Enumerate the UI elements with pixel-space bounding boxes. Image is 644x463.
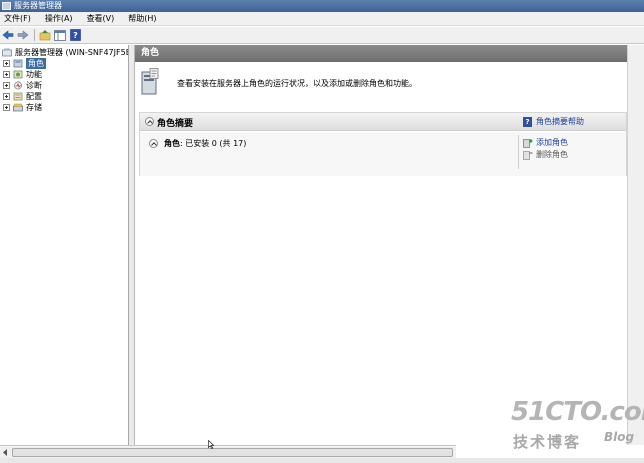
tree-item-label: 存储 (26, 103, 42, 112)
page-title: 角色 (135, 45, 627, 62)
tree-item-configuration[interactable]: 配置 (3, 91, 42, 102)
toolbar-separator (34, 29, 35, 41)
tree-item-storage[interactable]: 存储 (3, 102, 42, 113)
window-title: 服务器管理器 (14, 1, 62, 10)
help-icon[interactable]: ? (69, 29, 81, 41)
collapse-icon[interactable] (149, 139, 158, 148)
roles-summary-panel: 角色摘要 ? 角色摘要帮助 角色: 已安装 0 (共 17) 添加角色 删除角色 (139, 112, 627, 176)
storage-icon (13, 103, 23, 112)
expand-icon[interactable] (3, 82, 10, 89)
remove-roles-icon (523, 150, 533, 160)
features-icon (13, 70, 23, 79)
tree-root[interactable]: 服务器管理器 (WIN-SNF47JF5E6 (2, 47, 129, 58)
expand-icon[interactable] (3, 104, 10, 111)
back-arrow-icon[interactable] (2, 29, 14, 41)
menu-action[interactable]: 操作(A) (43, 12, 75, 26)
add-roles-icon (523, 138, 533, 148)
horizontal-scrollbar[interactable] (0, 445, 456, 458)
scrollbar-thumb[interactable] (12, 448, 453, 457)
tree-item-diagnostics[interactable]: 诊断 (3, 80, 42, 91)
roles-status: 角色: 已安装 0 (共 17) (164, 138, 246, 149)
help-icon: ? (523, 116, 532, 127)
roles-label: 角色 (164, 139, 180, 148)
menu-file[interactable]: 文件(F) (2, 12, 33, 26)
server-manager-icon (2, 48, 12, 57)
remove-roles-link[interactable]: 删除角色 (523, 149, 568, 160)
scroll-left-icon[interactable] (1, 448, 10, 457)
toolbar: ? (0, 27, 644, 44)
app-icon (2, 2, 11, 10)
status-bar (0, 458, 644, 463)
forward-arrow-icon[interactable] (17, 29, 29, 41)
menu-help[interactable]: 帮助(H) (126, 12, 158, 26)
watermark-blog: Blog (604, 430, 635, 444)
tree-item-label: 配置 (26, 92, 42, 101)
configuration-icon (13, 92, 23, 101)
tree-item-label: 功能 (26, 70, 42, 79)
server-roles-icon (140, 68, 160, 96)
roles-description: 查看安装在服务器上角色的运行状况，以及添加或删除角色和功能。 (177, 79, 417, 88)
show-hide-tree-icon[interactable] (54, 29, 66, 41)
console-tree: 服务器管理器 (WIN-SNF47JF5E6 角色 功能 诊断 配置 存储 (0, 45, 129, 445)
tree-item-label: 角色 (26, 58, 46, 69)
roles-summary-header[interactable]: 角色摘要 ? 角色摘要帮助 (140, 113, 626, 131)
diagnostics-icon (13, 81, 23, 90)
menu-view[interactable]: 查看(V) (85, 12, 117, 26)
add-roles-link[interactable]: 添加角色 (523, 137, 568, 148)
roles-status-section: 角色: 已安装 0 (共 17) 添加角色 删除角色 (140, 132, 626, 176)
roles-summary-title: 角色摘要 (157, 119, 194, 129)
tree-item-label: 诊断 (26, 81, 42, 90)
expand-icon[interactable] (3, 93, 10, 100)
vertical-scrollbar[interactable] (627, 45, 644, 445)
roles-summary-help-label: 角色摘要帮助 (536, 117, 584, 126)
remove-roles-label: 删除角色 (536, 150, 568, 159)
roles-intro: 查看安装在服务器上角色的运行状况，以及添加或删除角色和功能。 (135, 62, 627, 104)
details-pane: 角色 查看安装在服务器上角色的运行状况，以及添加或删除角色和功能。 角色摘要 ?… (135, 45, 627, 445)
add-roles-label: 添加角色 (536, 138, 568, 147)
tree-item-roles[interactable]: 角色 (3, 58, 46, 69)
expand-icon[interactable] (3, 71, 10, 78)
mouse-cursor-icon (208, 439, 215, 452)
roles-icon (13, 59, 23, 68)
collapse-icon[interactable] (145, 117, 154, 126)
watermark-subtitle: 技术博客 (513, 433, 582, 451)
title-bar: 服务器管理器 (0, 0, 644, 12)
up-folder-icon[interactable] (39, 29, 51, 41)
watermark-logo: 51CTO.com (511, 397, 644, 427)
menu-bar: 文件(F) 操作(A) 查看(V) 帮助(H) (0, 12, 644, 26)
roles-summary-help-link[interactable]: ? 角色摘要帮助 (523, 116, 584, 127)
tree-root-label: 服务器管理器 (WIN-SNF47JF5E6 (15, 48, 129, 57)
svg-text:?: ? (73, 31, 78, 40)
expand-icon[interactable] (3, 60, 10, 67)
roles-status-text: : 已安装 0 (共 17) (180, 139, 247, 148)
roles-actions: 添加角色 删除角色 (518, 135, 626, 169)
tree-item-features[interactable]: 功能 (3, 69, 42, 80)
